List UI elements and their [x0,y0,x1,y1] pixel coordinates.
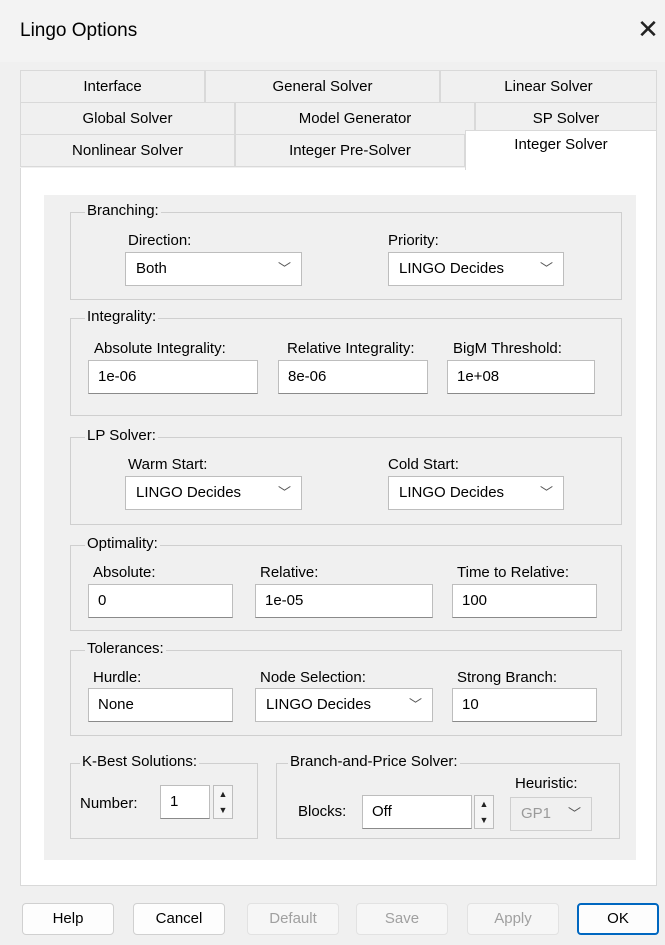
relative-label: Relative: [260,564,319,581]
heuristic-select[interactable]: GP1 ﹀ [510,797,592,831]
node-selection-label: Node Selection: [260,669,366,686]
optimality-title: Optimality: [85,535,160,552]
blocks-label: Blocks: [298,803,347,820]
absolute-integrality-input[interactable]: 1e-06 [88,360,258,394]
title-bar: Lingo Options ✕ [0,0,665,62]
hurdle-label: Hurdle: [93,669,142,686]
branch-and-price-title: Branch-and-Price Solver: [288,753,460,770]
strong-branch-input[interactable]: 10 [452,688,597,722]
priority-value: LINGO Decides [399,260,505,277]
number-label: Number: [80,795,138,812]
number-spinner[interactable]: ▲ ▼ [213,785,233,819]
tab-integer-pre-solver[interactable]: Integer Pre-Solver [235,134,465,167]
blocks-spinner[interactable]: ▲ ▼ [474,795,494,829]
apply-button[interactable]: Apply [467,903,559,935]
tab-model-generator[interactable]: Model Generator [235,102,475,135]
spin-down-icon[interactable]: ▼ [475,812,493,828]
strong-branch-label: Strong Branch: [457,669,558,686]
spin-up-icon[interactable]: ▲ [214,786,232,802]
direction-label: Direction: [128,232,192,249]
tab-global-solver[interactable]: Global Solver [20,102,235,135]
cold-start-select[interactable]: LINGO Decides ﹀ [388,476,564,510]
help-button[interactable]: Help [22,903,114,935]
heuristic-label: Heuristic: [515,775,578,792]
chevron-down-icon: ﹀ [408,697,422,712]
spin-up-icon[interactable]: ▲ [475,796,493,812]
hurdle-input[interactable]: None [88,688,233,722]
ok-button[interactable]: OK [577,903,659,935]
relative-input[interactable]: 1e-05 [255,584,433,618]
time-to-relative-input[interactable]: 100 [452,584,597,618]
default-button[interactable]: Default [247,903,339,935]
warm-start-label: Warm Start: [128,456,208,473]
warm-start-select[interactable]: LINGO Decides ﹀ [125,476,302,510]
direction-value: Both [136,260,167,277]
k-best-title: K-Best Solutions: [80,753,200,770]
relative-integrality-label: Relative Integrality: [287,340,415,357]
lingo-options-dialog: Lingo Options ✕ Interface General Solver… [0,0,665,945]
chevron-down-icon: ﹀ [539,485,553,500]
bigm-threshold-label: BigM Threshold: [453,340,562,357]
time-to-relative-label: Time to Relative: [457,564,569,581]
bigm-threshold-input[interactable]: 1e+08 [447,360,595,394]
save-button[interactable]: Save [356,903,448,935]
relative-integrality-input[interactable]: 8e-06 [278,360,428,394]
priority-select[interactable]: LINGO Decides ﹀ [388,252,564,286]
integrality-title: Integrality: [85,308,159,325]
cancel-button[interactable]: Cancel [133,903,225,935]
number-input[interactable]: 1 [160,785,210,819]
direction-select[interactable]: Both ﹀ [125,252,302,286]
tolerances-title: Tolerances: [85,640,166,657]
window-title: Lingo Options [20,20,138,41]
chevron-down-icon: ﹀ [277,485,291,500]
absolute-label: Absolute: [93,564,156,581]
warm-start-value: LINGO Decides [136,484,242,501]
tab-linear-solver[interactable]: Linear Solver [440,70,657,103]
chevron-down-icon: ﹀ [539,261,553,276]
chevron-down-icon: ﹀ [277,261,291,276]
branching-title: Branching: [85,202,161,219]
tab-interface[interactable]: Interface [20,70,205,103]
absolute-input[interactable]: 0 [88,584,233,618]
chevron-down-icon: ﹀ [567,806,581,821]
priority-label: Priority: [388,232,439,249]
tab-integer-solver[interactable]: Integer Solver [465,130,657,170]
lp-solver-title: LP Solver: [85,427,158,444]
cold-start-label: Cold Start: [388,456,459,473]
spin-down-icon[interactable]: ▼ [214,802,232,818]
tab-nonlinear-solver[interactable]: Nonlinear Solver [20,134,235,167]
blocks-input[interactable]: Off [362,795,472,829]
node-selection-select[interactable]: LINGO Decides ﹀ [255,688,433,722]
cold-start-value: LINGO Decides [399,484,505,501]
absolute-integrality-label: Absolute Integrality: [94,340,226,357]
heuristic-value: GP1 [521,805,552,822]
close-icon[interactable]: ✕ [631,12,665,46]
node-selection-value: LINGO Decides [266,696,372,713]
tab-general-solver[interactable]: General Solver [205,70,440,103]
